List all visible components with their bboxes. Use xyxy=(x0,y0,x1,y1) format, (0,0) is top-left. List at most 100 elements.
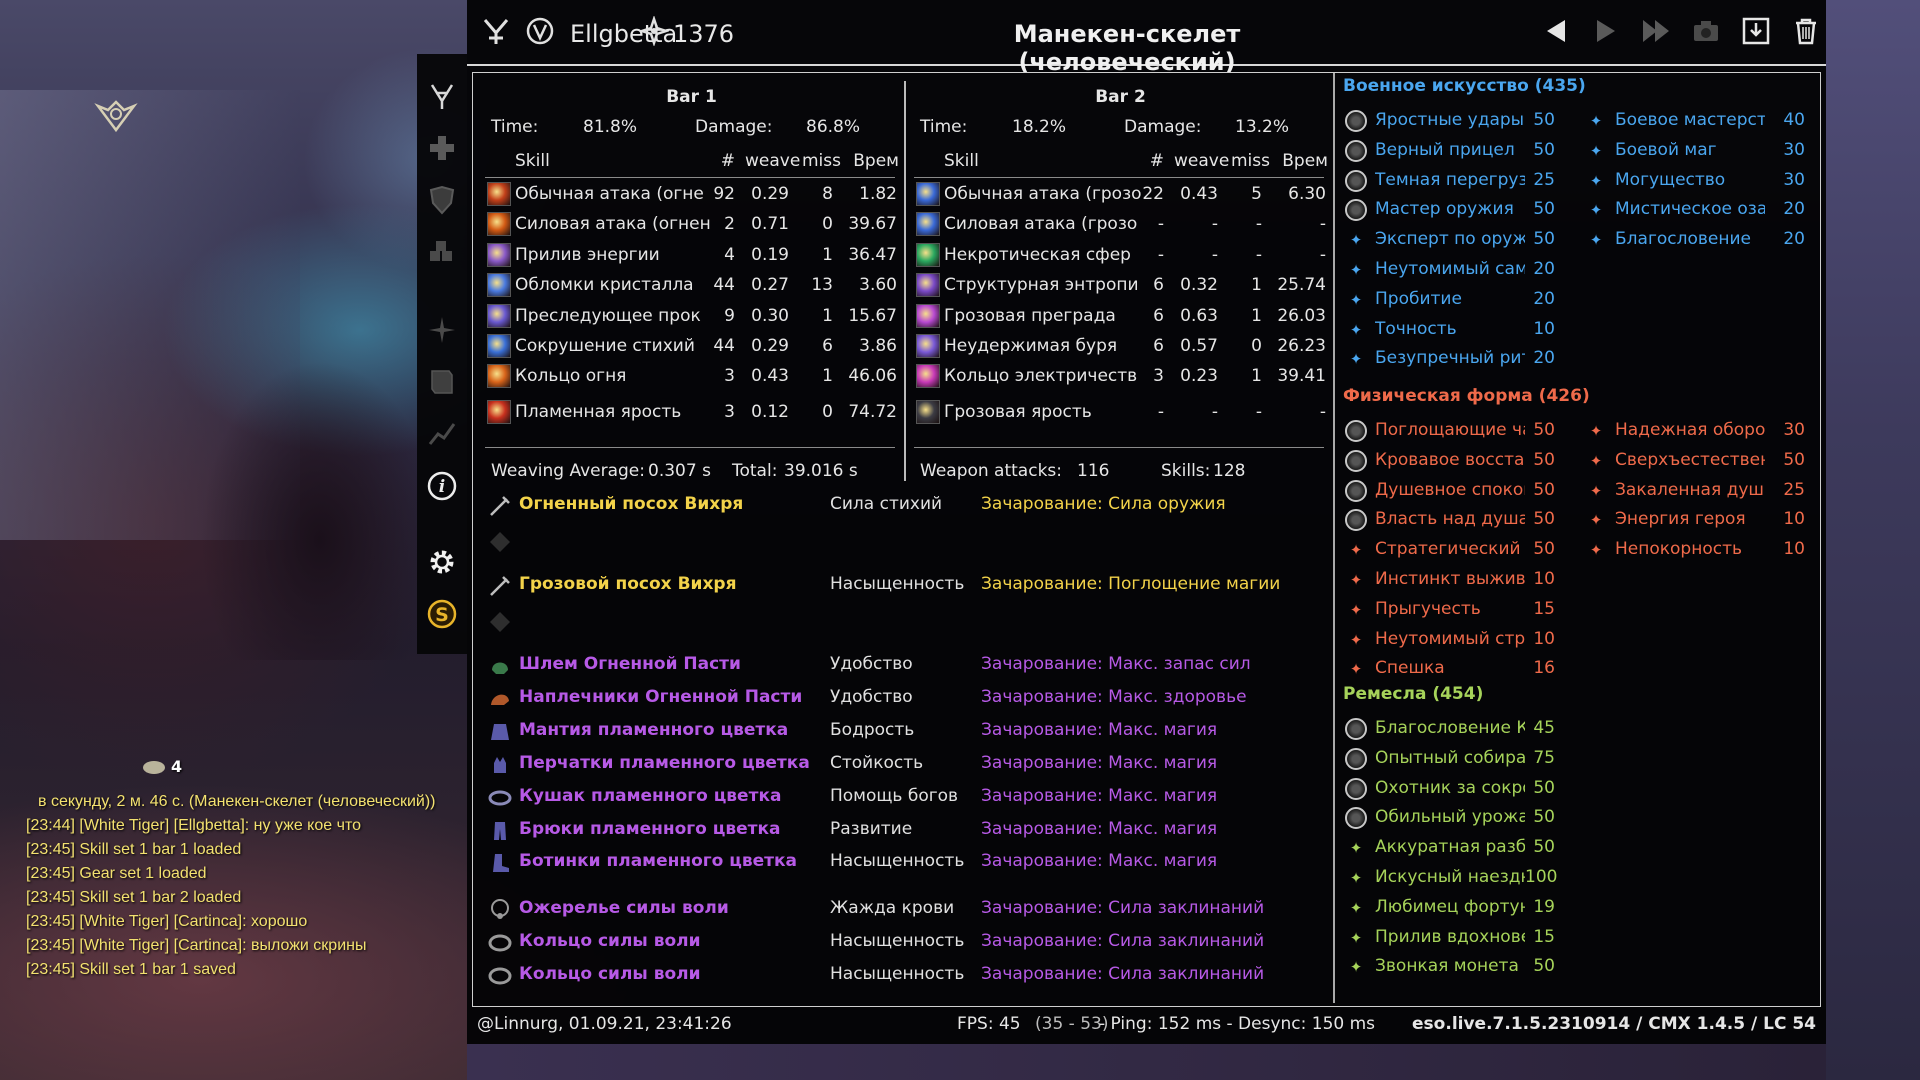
gear-row[interactable]: Кольцо силы воли Насыщенность Зачарование:… xyxy=(479,961,1329,991)
gear-name: Грозовой посох Вихря xyxy=(519,574,737,594)
cp-star-row[interactable]: ✦ Безупречный риту 20 xyxy=(1345,346,1565,374)
cp-star-row[interactable]: ✦ Пробитие 20 xyxy=(1345,287,1565,315)
blocks-icon[interactable] xyxy=(426,236,458,268)
skill-row[interactable]: Обычная атака (огне 92 0.29 8 1.82 xyxy=(479,181,904,211)
cp-star-row[interactable]: ✦ Стратегический з 50 xyxy=(1345,537,1565,565)
delete-icon[interactable] xyxy=(1789,14,1823,48)
save-icon[interactable] xyxy=(1739,14,1773,48)
weapons-icon[interactable] xyxy=(426,80,458,112)
skill-name: Обычная атака (огне xyxy=(515,184,704,204)
cp-star-row[interactable]: ✦ Спешка 16 xyxy=(1345,656,1565,684)
skill-time: - xyxy=(1319,214,1326,235)
skill-row[interactable]: Сокрушение стихий 44 0.29 6 3.86 xyxy=(479,333,904,363)
empty-slot xyxy=(479,527,1329,557)
cp-star-row[interactable]: Верный прицел 50 xyxy=(1345,138,1565,166)
cp-star-row[interactable]: Мастер оружия 50 xyxy=(1345,197,1565,225)
cp-star-row[interactable]: ✦ Боевое мастерст 40 xyxy=(1585,108,1815,136)
gear-row[interactable]: Перчатки пламенного цветка Стойкость Зачар… xyxy=(479,750,1329,780)
cp-star-row[interactable]: ✦ Любимец фортун 19 xyxy=(1345,895,1565,923)
gear-row[interactable]: Ботинки пламенного цветка Насыщенность Зач… xyxy=(479,848,1329,878)
column-count: # xyxy=(720,151,735,171)
gear-row[interactable]: Наплечники Огненной Пасти Удобство Зачаров… xyxy=(479,684,1329,714)
skill-row[interactable]: Кольцо огня 3 0.43 1 46.06 xyxy=(479,363,904,393)
gear-row[interactable]: Брюки пламенного цветка Развитие Зачарован… xyxy=(479,816,1329,846)
cp-star-row[interactable]: ✦ Аккуратная разбо 50 xyxy=(1345,835,1565,863)
cp-star-row[interactable]: ✦ Инстинкт выжива 10 xyxy=(1345,567,1565,595)
cp-star-row[interactable]: Душевное спокой 50 xyxy=(1345,478,1565,506)
skill-row[interactable]: Обломки кристалла 44 0.27 13 3.60 xyxy=(479,272,904,302)
gear-row[interactable]: Грозовой посох Вихря Насыщенность Зачарова… xyxy=(479,571,1329,601)
cp-star-row[interactable]: Благословение К 45 xyxy=(1345,716,1565,744)
heal-icon[interactable] xyxy=(426,132,458,164)
cp-star-row[interactable]: ✦ Точность 10 xyxy=(1345,317,1565,345)
cp-star-value: 19 xyxy=(1533,896,1555,917)
screenshot-icon[interactable] xyxy=(1689,14,1723,48)
cp-star-row[interactable]: ✦ Могущество 30 xyxy=(1585,168,1815,196)
cp-star-row[interactable]: ✦ Боевой маг 30 xyxy=(1585,138,1815,166)
info-icon[interactable]: i xyxy=(426,470,458,502)
gear-row[interactable]: Шлем Огненной Пасти Удобство Зачарование: … xyxy=(479,651,1329,681)
skill-row[interactable]: Грозовая преграда 6 0.63 1 26.03 xyxy=(908,303,1333,333)
book-icon[interactable] xyxy=(426,366,458,398)
skill-row[interactable]: Неудержимая буря 6 0.57 0 26.23 xyxy=(908,333,1333,363)
cp-star-row[interactable]: Кровавое восстан 50 xyxy=(1345,448,1565,476)
gear-row[interactable]: Кушак пламенного цветка Помощь богов Зачар… xyxy=(479,783,1329,813)
cp-star-row[interactable]: ✦ Эксперт по оружи 50 xyxy=(1345,227,1565,255)
previous-icon[interactable] xyxy=(1539,14,1573,48)
cp-star-row[interactable]: ✦ Энергия героя 10 xyxy=(1585,507,1815,535)
skill-icon xyxy=(916,399,940,424)
last-icon[interactable] xyxy=(1639,14,1673,48)
cp-star-name: Прыгучесть xyxy=(1375,598,1481,619)
bar-divider xyxy=(904,81,906,481)
cp-star-row[interactable]: ✦ Надежная оборон 30 xyxy=(1585,418,1815,446)
skill-row[interactable]: Структурная энтропи 6 0.32 1 25.74 xyxy=(908,272,1333,302)
gear-row[interactable]: Огненный посох Вихря Сила стихий Зачарован… xyxy=(479,491,1329,521)
cp-star-name: Темная перегрузк xyxy=(1375,169,1525,190)
skill-row[interactable]: Силовая атака (грозо - - - - xyxy=(908,211,1333,241)
cp-star-row[interactable]: Охотник за сокро 50 xyxy=(1345,776,1565,804)
cp-star-row[interactable]: ✦ Прилив вдохнове 15 xyxy=(1345,925,1565,953)
cmx-logo-icon[interactable]: S xyxy=(426,598,458,630)
chat-line: [23:45] [White Tiger] [Cartinca]: выложи… xyxy=(26,937,367,954)
cp-star-row[interactable]: ✦ Неутомимый сам 20 xyxy=(1345,257,1565,285)
gear-row[interactable]: Мантия пламенного цветка Бодрость Зачарова… xyxy=(479,717,1329,747)
settings-icon[interactable] xyxy=(426,546,458,578)
cp-star-row[interactable]: ✦ Звонкая монета 50 xyxy=(1345,954,1565,982)
skill-row[interactable]: Обычная атака (грозо 22 0.43 5 6.30 xyxy=(908,181,1333,211)
cp-star-row[interactable]: Опытный собират 75 xyxy=(1345,746,1565,774)
skill-row[interactable]: Некротическая сфер - - - - xyxy=(908,242,1333,272)
gear-row[interactable]: Ожерелье силы воли Жажда крови Зачарование… xyxy=(479,895,1329,925)
cp-star-row[interactable]: ✦ Неутомимый стра 10 xyxy=(1345,627,1565,655)
skill-row[interactable]: Кольцо электричеств 3 0.23 1 39.41 xyxy=(908,363,1333,393)
shield-icon[interactable] xyxy=(426,184,458,216)
cp-star-row[interactable]: Власть над душа 50 xyxy=(1345,507,1565,535)
graph-icon[interactable] xyxy=(426,418,458,450)
skill-row[interactable]: Прилив энергии 4 0.19 1 36.47 xyxy=(479,242,904,272)
cp-star-row[interactable]: ✦ Искусный наездн 100 xyxy=(1345,865,1565,893)
cp-star-row[interactable]: ✦ Сверхъестествен 50 xyxy=(1585,448,1815,476)
time-value: 18.2% xyxy=(1012,117,1067,137)
cp-star-value: 75 xyxy=(1533,747,1555,768)
cp-star-row[interactable]: ✦ Непокорность 10 xyxy=(1585,537,1815,565)
skill-name: Силовая атака (грозо xyxy=(944,214,1138,235)
champion-points: 1376 xyxy=(673,20,735,48)
gear-name: Брюки пламенного цветка xyxy=(519,819,781,839)
skill-row[interactable]: Грозовая ярость - - - - xyxy=(908,399,1333,429)
cp-star-row[interactable]: Темная перегрузк 25 xyxy=(1345,168,1565,196)
skill-row[interactable]: Силовая атака (огнен 2 0.71 0 39.67 xyxy=(479,211,904,241)
cp-star-row[interactable]: Обильный урожай 50 xyxy=(1345,805,1565,833)
gear-row[interactable]: Кольцо силы воли Насыщенность Зачарование:… xyxy=(479,928,1329,958)
cp-star-row[interactable]: ✦ Закаленная душа 25 xyxy=(1585,478,1815,506)
cp-star-row[interactable]: ✦ Благословение 20 xyxy=(1585,227,1815,255)
next-icon[interactable] xyxy=(1589,14,1623,48)
cp-star-row[interactable]: ✦ Мистическое оза 20 xyxy=(1585,197,1815,225)
cp-star-row[interactable]: ✦ Прыгучесть 15 xyxy=(1345,597,1565,625)
skill-row[interactable]: Преследующее прок 9 0.30 1 15.67 xyxy=(479,303,904,333)
skill-row[interactable]: Пламенная ярость 3 0.12 0 74.72 xyxy=(479,399,904,429)
cp-star-row[interactable]: Яростные удары 50 xyxy=(1345,108,1565,136)
gear-trait: Бодрость xyxy=(830,720,915,740)
gear-enchant: Зачарование: Сила оружия xyxy=(981,494,1226,514)
cp-star-row[interactable]: Поглощающие ча 50 xyxy=(1345,418,1565,446)
star-burst-icon[interactable] xyxy=(426,314,458,346)
header-divider xyxy=(914,177,1324,178)
